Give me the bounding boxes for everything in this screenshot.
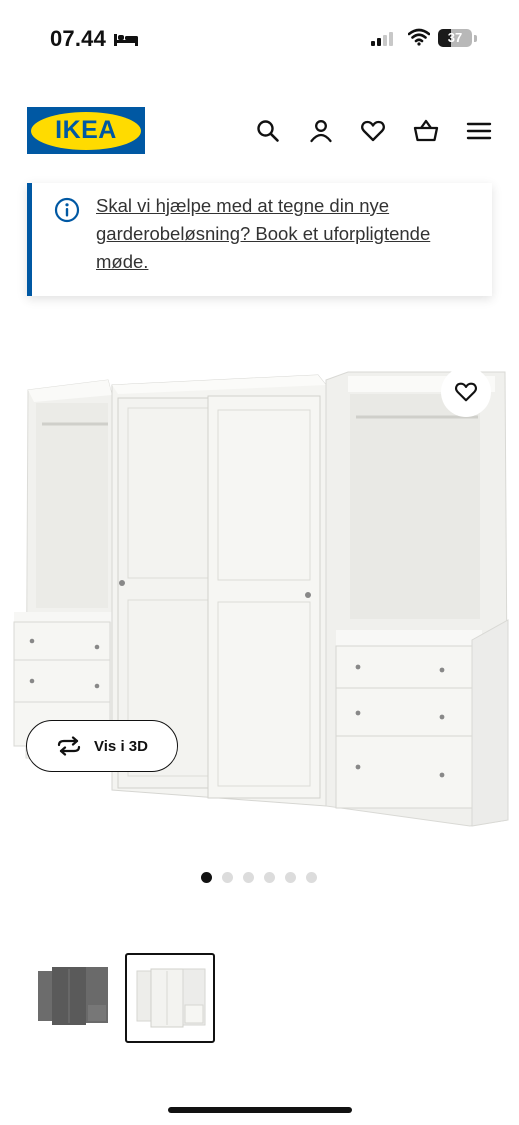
signal-icon xyxy=(371,32,393,46)
carousel-dot[interactable] xyxy=(201,872,212,883)
view-3d-label: Vis i 3D xyxy=(94,737,148,755)
grey-wardrobe-thumbnail[interactable] xyxy=(30,953,120,1043)
search-icon[interactable] xyxy=(255,118,281,144)
heart-icon xyxy=(455,382,477,402)
info-banner: Skal vi hjælpe med at tegne din nye gard… xyxy=(27,183,492,296)
info-icon xyxy=(54,197,80,223)
booking-link[interactable]: Skal vi hjælpe med at tegne din nye gard… xyxy=(96,192,476,276)
logo-text: IKEA xyxy=(55,116,117,144)
bed-icon xyxy=(114,34,138,46)
white-wardrobe-thumbnail[interactable] xyxy=(125,953,215,1043)
status-time: 07.44 xyxy=(50,26,107,51)
heart-icon[interactable] xyxy=(360,118,386,144)
carousel-dot[interactable] xyxy=(264,872,275,883)
wifi-icon xyxy=(408,28,430,46)
wishlist-button[interactable] xyxy=(441,367,491,417)
menu-icon[interactable] xyxy=(466,118,492,144)
carousel-dot[interactable] xyxy=(306,872,317,883)
carousel-dot[interactable] xyxy=(285,872,296,883)
logo-oval: IKEA xyxy=(31,111,141,150)
account-icon[interactable] xyxy=(308,118,334,144)
view-3d-button[interactable]: Vis i 3D xyxy=(26,720,178,772)
carousel-dot[interactable] xyxy=(243,872,254,883)
site-header: IKEA xyxy=(0,100,519,160)
battery-tip xyxy=(474,35,477,42)
status-bar: 07.44 37 xyxy=(0,0,519,80)
home-indicator xyxy=(168,1107,352,1113)
battery-icon: 37 xyxy=(438,29,472,47)
ikea-logo[interactable]: IKEA xyxy=(27,107,145,154)
rotate-icon xyxy=(57,736,81,756)
white-wardrobe-image xyxy=(136,968,206,1028)
carousel-dot[interactable] xyxy=(222,872,233,883)
battery-level: 37 xyxy=(447,30,463,45)
basket-icon[interactable] xyxy=(413,118,439,144)
grey-wardrobe-image xyxy=(38,967,108,1025)
carousel-pagination xyxy=(201,872,317,883)
